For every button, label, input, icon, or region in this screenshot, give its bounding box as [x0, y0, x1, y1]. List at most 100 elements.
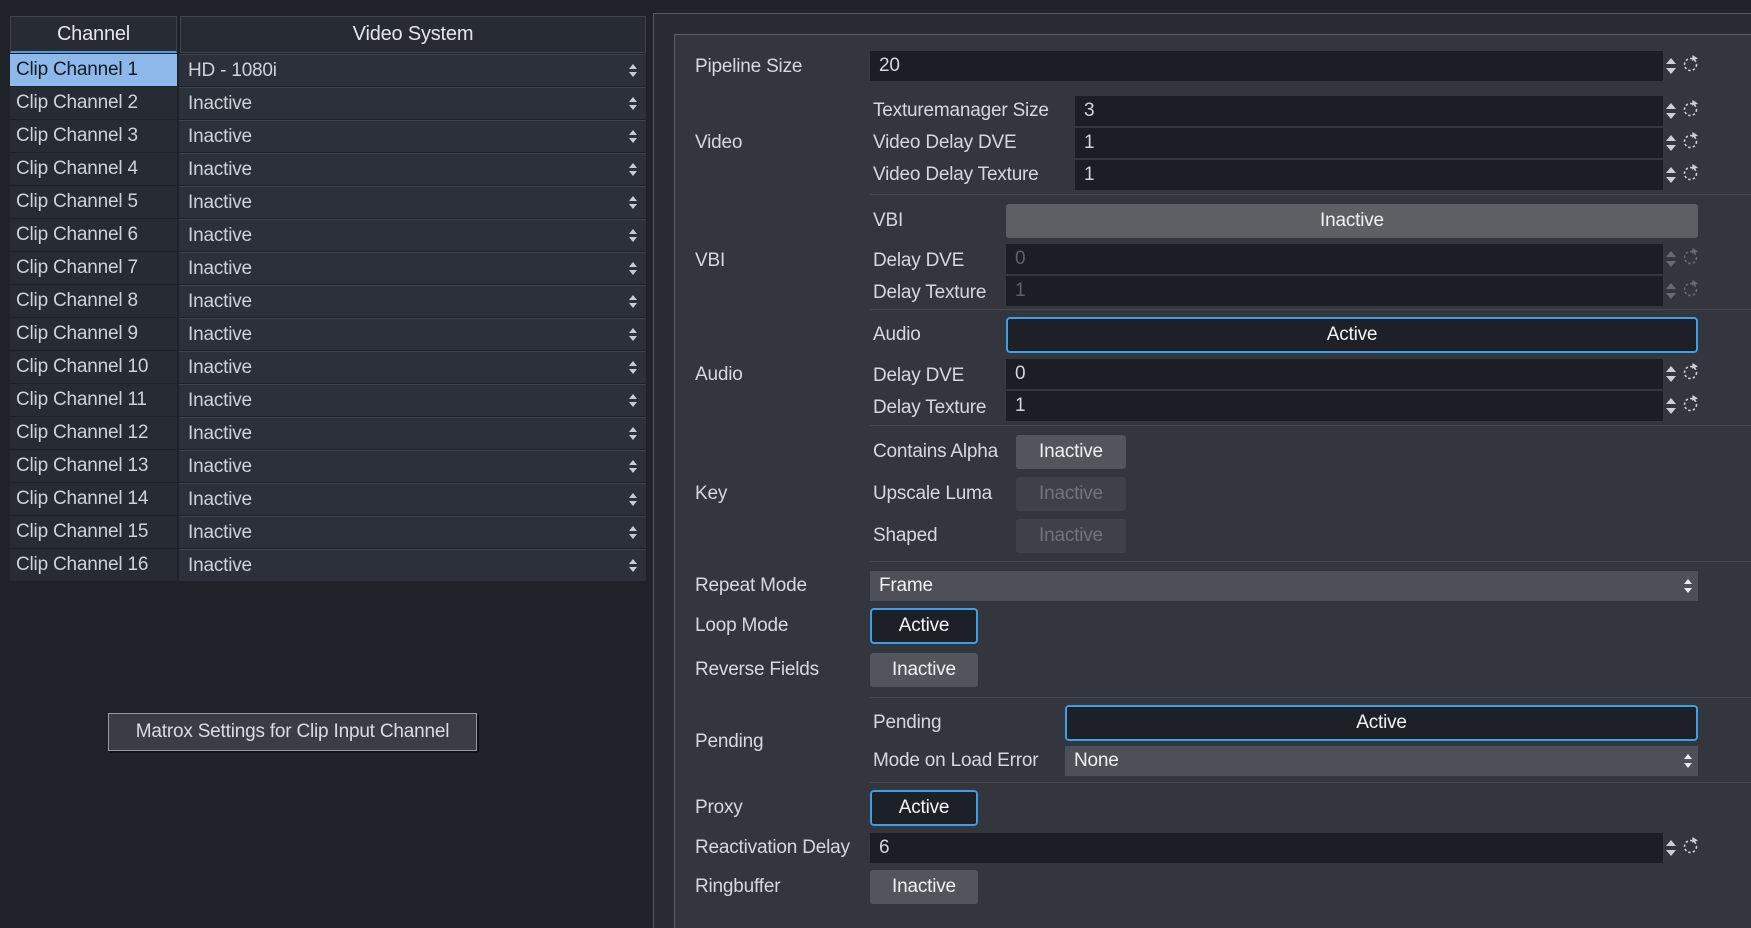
- video-delay-texture-input[interactable]: 1: [1075, 160, 1663, 190]
- video-system-dropdown[interactable]: Inactive: [179, 516, 646, 548]
- dropdown-spinner-icon[interactable]: [1684, 571, 1692, 601]
- reverse-fields-toggle-button[interactable]: Inactive: [870, 653, 978, 687]
- video-system-value: Inactive: [188, 390, 252, 412]
- video-system-dropdown[interactable]: Inactive: [179, 351, 646, 383]
- channel-cell[interactable]: Clip Channel 7: [10, 252, 177, 284]
- channel-cell[interactable]: Clip Channel 1: [10, 54, 177, 86]
- reset-icon: [1681, 247, 1700, 271]
- vbi-delay-dve-label: Delay DVE: [873, 246, 964, 276]
- video-system-dropdown[interactable]: Inactive: [179, 285, 646, 317]
- spinner-up-down-icon[interactable]: [1666, 103, 1676, 119]
- spinner-up-down-icon[interactable]: [1666, 398, 1676, 414]
- section-separator: [870, 697, 1751, 698]
- reset-icon[interactable]: [1681, 836, 1700, 860]
- video-system-dropdown[interactable]: Inactive: [179, 417, 646, 449]
- channel-cell[interactable]: Clip Channel 10: [10, 351, 177, 383]
- reset-icon[interactable]: [1681, 163, 1700, 187]
- table-row: Clip Channel 2 Inactive: [10, 87, 646, 119]
- dropdown-spinner-icon[interactable]: [629, 154, 637, 185]
- mode-on-load-error-dropdown[interactable]: None: [1065, 746, 1698, 776]
- dropdown-spinner-icon[interactable]: [629, 88, 637, 119]
- video-system-dropdown[interactable]: Inactive: [179, 120, 646, 152]
- spinner-up-down-icon: [1666, 283, 1676, 299]
- video-system-dropdown[interactable]: Inactive: [179, 483, 646, 515]
- column-header-channel[interactable]: Channel: [10, 16, 177, 53]
- spinner-up-down-icon[interactable]: [1666, 135, 1676, 151]
- video-system-dropdown[interactable]: Inactive: [179, 87, 646, 119]
- audio-delay-texture-input[interactable]: 1: [1006, 391, 1663, 421]
- settings-panel: Pipeline Size 20 Video Texturemanager Si…: [653, 13, 1751, 928]
- channel-cell[interactable]: Clip Channel 4: [10, 153, 177, 185]
- proxy-label: Proxy: [695, 793, 743, 823]
- spinner-up-down-icon[interactable]: [1666, 840, 1676, 856]
- video-system-dropdown[interactable]: Inactive: [179, 318, 646, 350]
- video-system-dropdown[interactable]: Inactive: [179, 252, 646, 284]
- video-system-dropdown[interactable]: Inactive: [179, 219, 646, 251]
- channel-cell[interactable]: Clip Channel 14: [10, 483, 177, 515]
- reset-icon[interactable]: [1681, 131, 1700, 155]
- video-system-dropdown[interactable]: Inactive: [179, 384, 646, 416]
- dropdown-spinner-icon[interactable]: [629, 253, 637, 284]
- reset-icon[interactable]: [1681, 54, 1700, 78]
- video-delay-dve-input[interactable]: 1: [1075, 128, 1663, 158]
- channel-cell[interactable]: Clip Channel 6: [10, 219, 177, 251]
- video-system-dropdown[interactable]: Inactive: [179, 153, 646, 185]
- reset-icon[interactable]: [1681, 394, 1700, 418]
- loop-mode-toggle-button[interactable]: Active: [870, 608, 978, 644]
- matrox-settings-button[interactable]: Matrox Settings for Clip Input Channel: [108, 713, 477, 751]
- video-system-dropdown[interactable]: HD - 1080i: [179, 54, 646, 86]
- table-row: Clip Channel 16 Inactive: [10, 549, 646, 581]
- dropdown-spinner-icon[interactable]: [629, 286, 637, 317]
- reset-icon[interactable]: [1681, 362, 1700, 386]
- channel-cell[interactable]: Clip Channel 15: [10, 516, 177, 548]
- contains-alpha-toggle-button[interactable]: Inactive: [1016, 435, 1126, 469]
- spinner-up-down-icon[interactable]: [1666, 366, 1676, 382]
- channel-cell[interactable]: Clip Channel 9: [10, 318, 177, 350]
- texturemanager-size-input[interactable]: 3: [1075, 96, 1663, 126]
- channel-cell[interactable]: Clip Channel 5: [10, 186, 177, 218]
- video-system-dropdown[interactable]: Inactive: [179, 549, 646, 581]
- dropdown-spinner-icon[interactable]: [629, 121, 637, 152]
- channel-cell[interactable]: Clip Channel 3: [10, 120, 177, 152]
- spinner-up-down-icon[interactable]: [1666, 58, 1676, 74]
- shaped-label: Shaped: [873, 521, 937, 551]
- dropdown-spinner-icon[interactable]: [629, 352, 637, 383]
- audio-group-label: Audio: [695, 360, 743, 390]
- dropdown-spinner-icon[interactable]: [629, 484, 637, 515]
- audio-delay-dve-input[interactable]: 0: [1006, 359, 1663, 389]
- dropdown-spinner-icon[interactable]: [629, 187, 637, 218]
- dropdown-spinner-icon[interactable]: [629, 220, 637, 251]
- table-row: Clip Channel 10 Inactive: [10, 351, 646, 383]
- dropdown-spinner-icon[interactable]: [629, 319, 637, 350]
- vbi-toggle-button[interactable]: Inactive: [1006, 204, 1698, 238]
- dropdown-spinner-icon[interactable]: [629, 550, 637, 581]
- dropdown-spinner-icon[interactable]: [629, 55, 637, 86]
- ringbuffer-toggle-button[interactable]: Inactive: [870, 870, 978, 904]
- dropdown-spinner-icon[interactable]: [1684, 746, 1692, 776]
- channel-cell[interactable]: Clip Channel 2: [10, 87, 177, 119]
- dropdown-spinner-icon[interactable]: [629, 451, 637, 482]
- pipeline-size-label: Pipeline Size: [695, 52, 802, 82]
- pipeline-size-input[interactable]: 20: [870, 51, 1663, 81]
- video-delay-texture-label: Video Delay Texture: [873, 160, 1039, 190]
- channel-cell[interactable]: Clip Channel 12: [10, 417, 177, 449]
- proxy-toggle-button[interactable]: Active: [870, 790, 978, 826]
- channel-cell[interactable]: Clip Channel 11: [10, 384, 177, 416]
- video-delay-dve-label: Video Delay DVE: [873, 128, 1016, 158]
- video-system-dropdown[interactable]: Inactive: [179, 450, 646, 482]
- pending-toggle-button[interactable]: Active: [1065, 705, 1698, 741]
- reactivation-delay-input[interactable]: 6: [870, 833, 1663, 863]
- channel-cell[interactable]: Clip Channel 16: [10, 549, 177, 581]
- table-row: Clip Channel 4 Inactive: [10, 153, 646, 185]
- channel-cell[interactable]: Clip Channel 13: [10, 450, 177, 482]
- repeat-mode-dropdown[interactable]: Frame: [870, 571, 1698, 601]
- dropdown-spinner-icon[interactable]: [629, 418, 637, 449]
- column-header-video-system[interactable]: Video System: [180, 16, 646, 53]
- video-system-dropdown[interactable]: Inactive: [179, 186, 646, 218]
- dropdown-spinner-icon[interactable]: [629, 385, 637, 416]
- dropdown-spinner-icon[interactable]: [629, 517, 637, 548]
- channel-cell[interactable]: Clip Channel 8: [10, 285, 177, 317]
- spinner-up-down-icon[interactable]: [1666, 167, 1676, 183]
- reset-icon[interactable]: [1681, 99, 1700, 123]
- audio-toggle-button[interactable]: Active: [1006, 317, 1698, 353]
